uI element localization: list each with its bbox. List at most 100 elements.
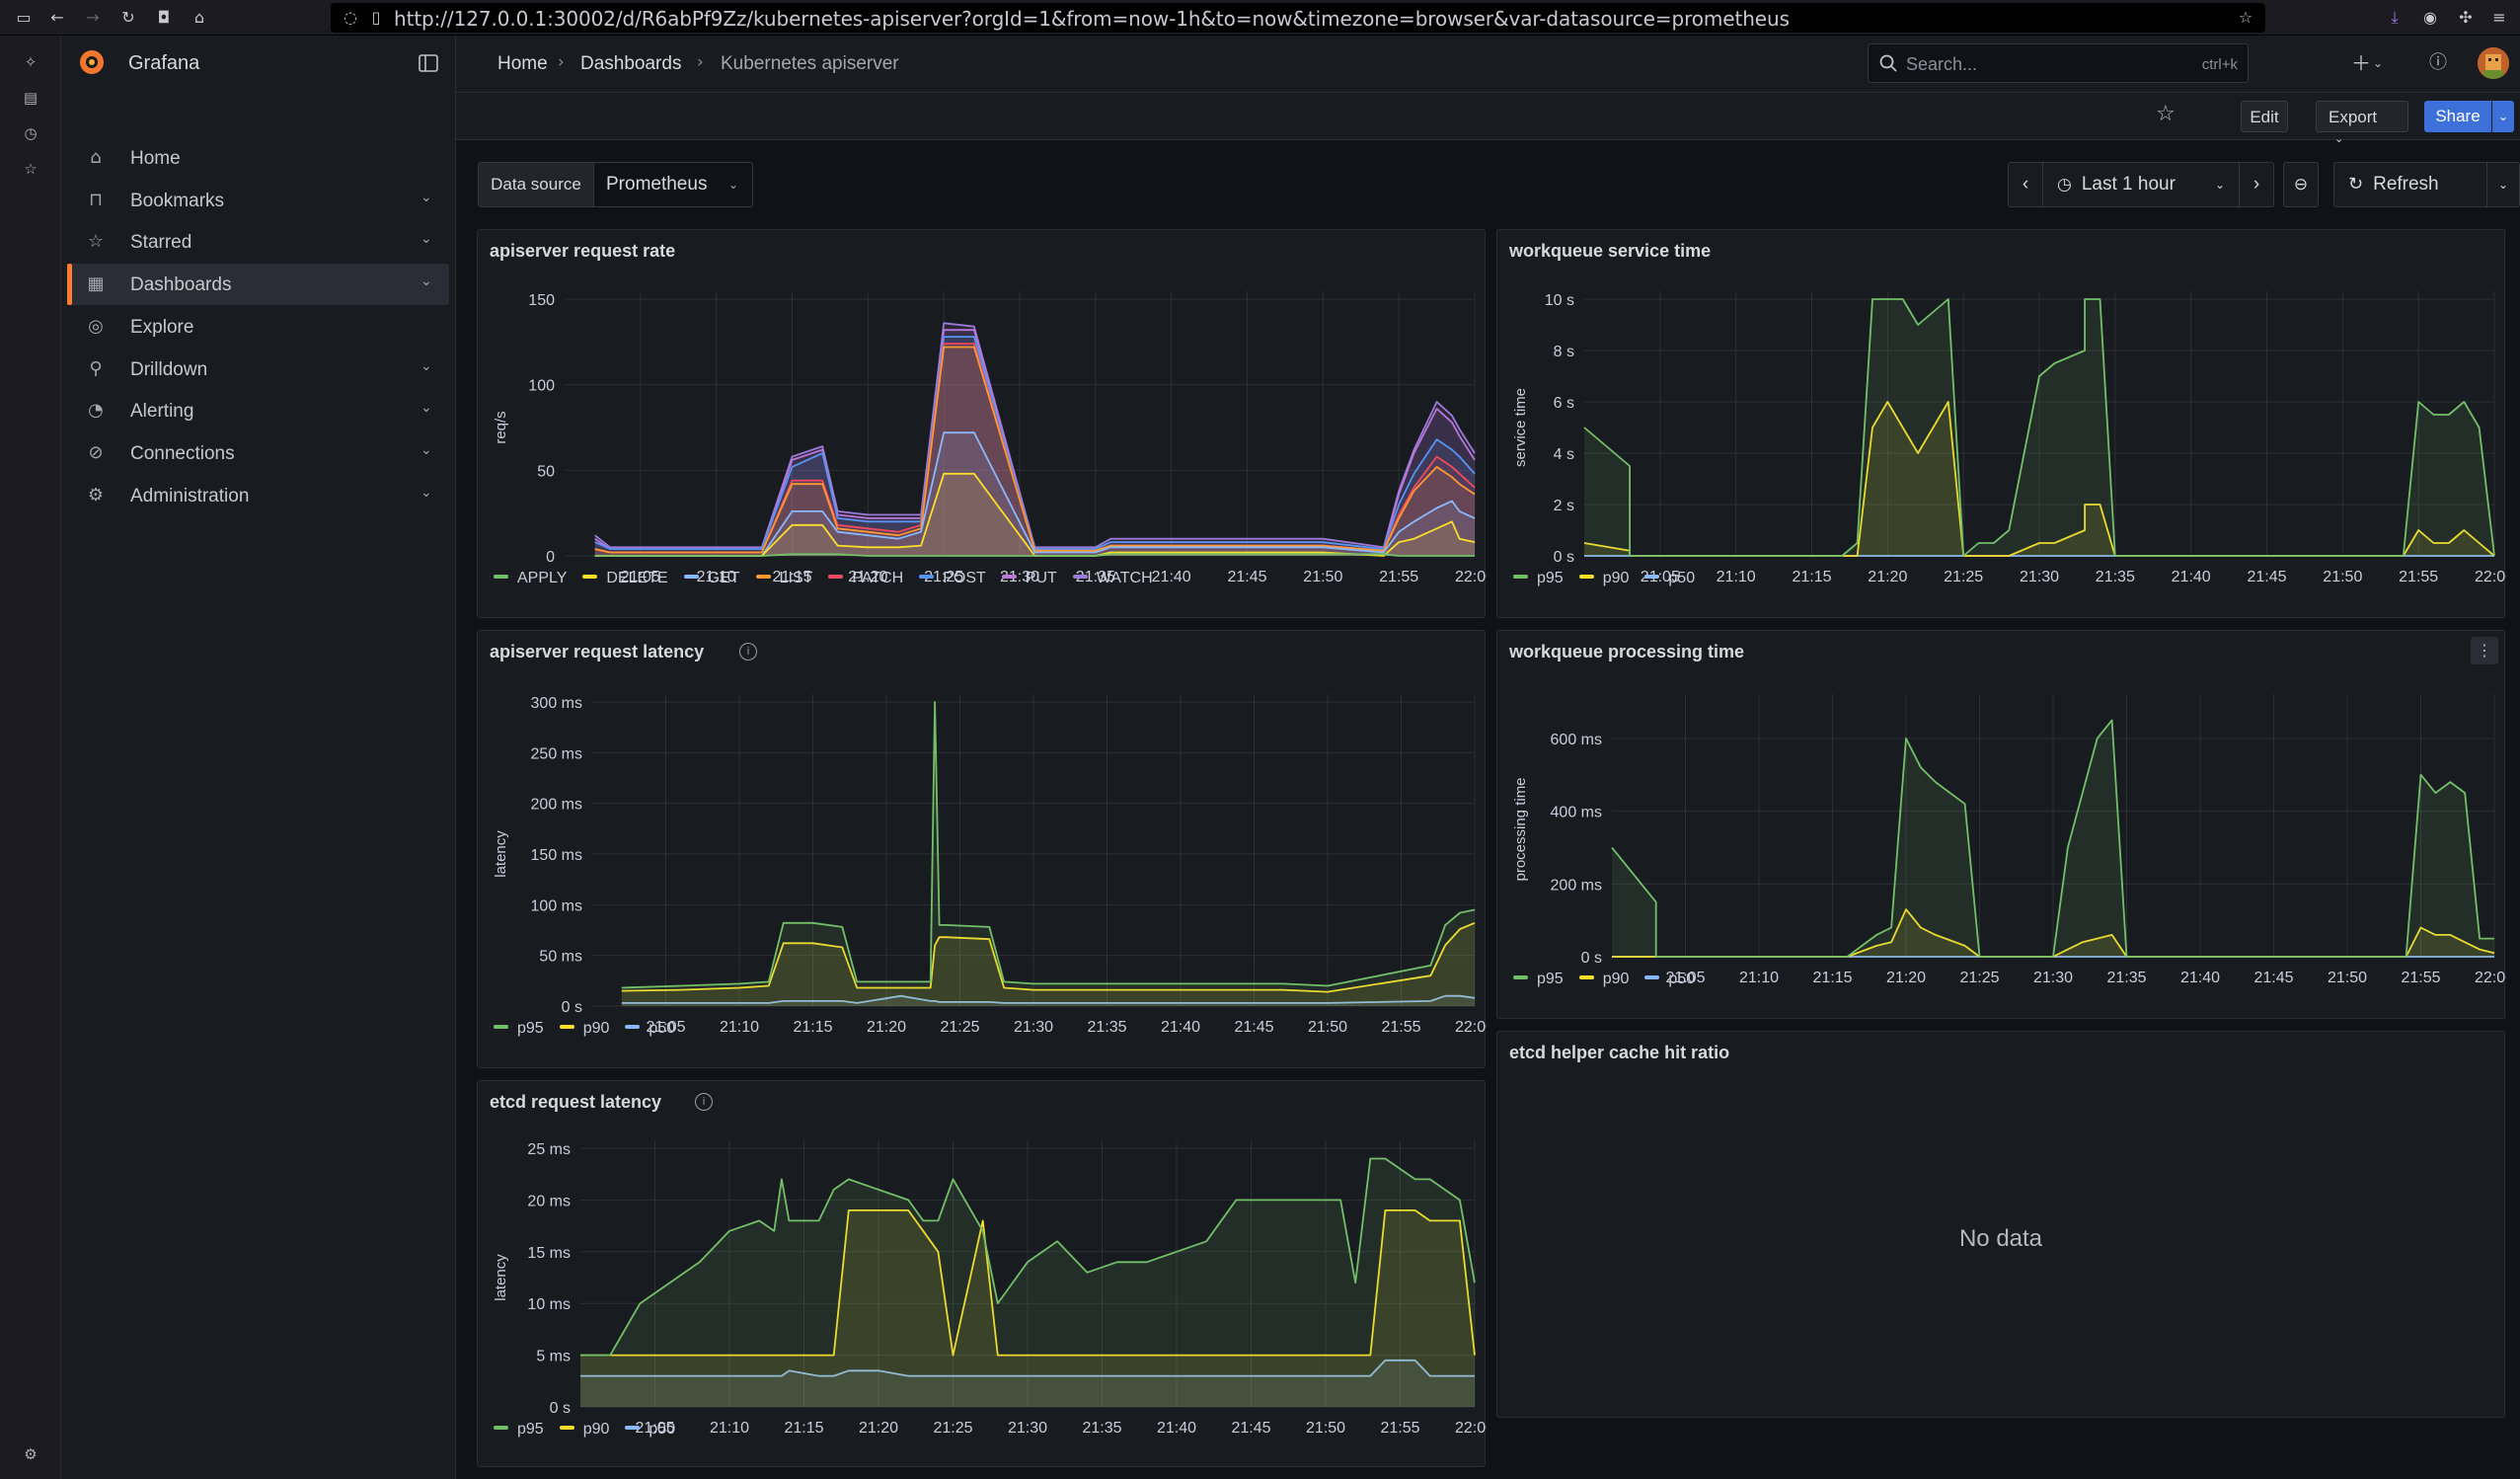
chevron-down-icon[interactable]: ⌄: [420, 358, 432, 374]
url-text[interactable]: http://127.0.0.1:30002/d/R6abPf9Zz/kuber…: [394, 7, 1790, 31]
sidebar-item-starred[interactable]: ☆ Starred ⌄: [69, 221, 449, 263]
x-tick-label: 21:30: [2033, 970, 2073, 986]
zoom-out-icon[interactable]: ⊖: [2283, 162, 2319, 207]
chevron-down-icon[interactable]: ⌄: [420, 442, 432, 458]
help-icon[interactable]: ⓘ: [2429, 51, 2447, 75]
search-input[interactable]: Search... ctrl+k: [1868, 43, 2249, 83]
extensions-icon[interactable]: ✣: [2456, 8, 2476, 28]
legend-item[interactable]: p90: [1578, 971, 1630, 988]
sidebar-item-home[interactable]: ⌂ Home: [69, 137, 449, 179]
panel-title: etcd request latency: [490, 1092, 662, 1112]
add-chevron-icon[interactable]: ⌄: [2373, 51, 2383, 75]
legend-label: p90: [1602, 971, 1630, 987]
add-icon[interactable]: ＋: [2351, 51, 2371, 75]
sidebar-item-drilldown[interactable]: ⚲ Drilldown ⌄: [69, 349, 449, 390]
legend-item[interactable]: p90: [1578, 570, 1629, 587]
legend-item[interactable]: POST: [919, 570, 986, 587]
home-browser-icon[interactable]: ⌂: [190, 8, 209, 28]
synced-tabs-icon[interactable]: ▤: [20, 87, 41, 109]
info-icon[interactable]: i: [695, 1093, 713, 1111]
chevron-down-icon[interactable]: ⌄: [420, 273, 432, 289]
datasource-select[interactable]: Prometheus ⌄: [593, 162, 753, 207]
legend-label: PATCH: [852, 570, 904, 586]
legend-item[interactable]: WATCH: [1072, 570, 1153, 587]
chevron-down-icon[interactable]: ⌄: [420, 190, 432, 205]
legend-item[interactable]: p50: [625, 1020, 675, 1038]
url-bar[interactable]: ◌ ▯ http://127.0.0.1:30002/d/R6abPf9Zz/k…: [331, 3, 2265, 33]
back-icon[interactable]: ←: [47, 8, 67, 28]
y-tick-label: 4 s: [1554, 446, 1574, 463]
legend-label: GET: [707, 570, 740, 586]
legend-item[interactable]: APPLY: [494, 570, 567, 587]
downloads-icon[interactable]: ⤓: [2385, 8, 2405, 28]
sidebar-item-label: Starred: [130, 232, 192, 254]
sidebar-item-administration[interactable]: ⚙ Administration ⌄: [69, 475, 449, 516]
chevron-down-icon[interactable]: ⌄: [420, 485, 432, 501]
time-shift-forward-icon[interactable]: ›: [2239, 162, 2274, 207]
customize-icon[interactable]: ⚙: [20, 1443, 41, 1465]
refresh-interval-chevron-icon[interactable]: ⌄: [2486, 162, 2520, 207]
refresh-button[interactable]: ↻ Refresh: [2333, 162, 2487, 207]
sidebar-item-label: Administration: [130, 485, 250, 506]
legend-item[interactable]: LIST: [755, 570, 812, 587]
legend-label: p50: [1668, 971, 1696, 987]
info-icon[interactable]: i: [739, 643, 757, 661]
sidebar-item-explore[interactable]: ◎ Explore: [69, 306, 449, 348]
time-range-picker[interactable]: ◷ Last 1 hour ⌄: [2042, 162, 2240, 207]
breadcrumb-home[interactable]: Home: [497, 53, 548, 75]
time-shift-back-icon[interactable]: ‹: [2008, 162, 2043, 207]
active-indicator: [67, 264, 72, 306]
legend-item[interactable]: p90: [559, 1421, 609, 1439]
forward-icon[interactable]: →: [83, 8, 103, 28]
sidebar-item-dashboards[interactable]: ▦ Dashboards ⌄: [67, 264, 449, 306]
screenshot-icon[interactable]: ◘: [154, 8, 174, 28]
legend-swatch: [755, 574, 771, 579]
x-tick-label: 22:00: [1455, 1019, 1487, 1036]
legend-label: p90: [582, 1020, 610, 1037]
share-button[interactable]: Share: [2424, 101, 2491, 132]
legend-item[interactable]: PUT: [1001, 570, 1057, 587]
history-icon[interactable]: ◷: [20, 122, 41, 144]
export-button[interactable]: Export ⌄: [2316, 101, 2408, 145]
clock-icon: ◷: [2057, 175, 2072, 195]
grafana-logo-icon[interactable]: [77, 47, 107, 77]
bookmarks-rail-icon[interactable]: ☆: [20, 158, 41, 180]
menu-icon[interactable]: ≡: [2489, 8, 2509, 28]
legend-swatch: [1513, 974, 1528, 979]
refresh-label: Refresh: [2373, 174, 2439, 195]
sidebar-item-connections[interactable]: ⊘ Connections ⌄: [69, 432, 449, 474]
account-icon[interactable]: ◉: [2420, 8, 2440, 28]
panel-menu-icon[interactable]: ⋮: [2471, 637, 2498, 664]
legend-item[interactable]: p50: [625, 1421, 675, 1439]
dock-menu-icon[interactable]: [418, 52, 439, 74]
legend-item[interactable]: PATCH: [828, 570, 903, 587]
sidebar-toggle-icon[interactable]: ▭: [14, 8, 34, 28]
legend-item[interactable]: p95: [1513, 971, 1564, 988]
y-tick-label: 100 ms: [531, 897, 582, 914]
edit-button[interactable]: Edit: [2241, 101, 2288, 132]
series-area-list: [594, 347, 1475, 556]
legend-item[interactable]: p95: [1513, 570, 1564, 587]
legend-item[interactable]: p90: [559, 1020, 610, 1038]
reload-icon[interactable]: ↻: [118, 8, 138, 28]
legend-item[interactable]: p95: [494, 1421, 544, 1439]
y-tick-label: 15 ms: [527, 1245, 571, 1262]
legend-item[interactable]: GET: [683, 570, 740, 587]
chevron-down-icon[interactable]: ⌄: [420, 231, 432, 247]
share-menu-chevron-icon[interactable]: ⌄: [2492, 101, 2514, 132]
breadcrumb-dashboards[interactable]: Dashboards: [580, 53, 681, 75]
legend-item[interactable]: p95: [494, 1020, 544, 1038]
sidebar-item-bookmarks[interactable]: ⊓ Bookmarks ⌄: [69, 180, 449, 221]
favorite-star-icon[interactable]: ☆: [2156, 103, 2176, 126]
x-tick-label: 21:40: [1157, 1420, 1196, 1437]
x-tick-label: 21:30: [2020, 569, 2059, 585]
avatar[interactable]: [2478, 47, 2509, 79]
ai-chat-icon[interactable]: ✧: [20, 51, 41, 73]
chevron-down-icon[interactable]: ⌄: [420, 400, 432, 416]
legend-item[interactable]: p50: [1644, 570, 1695, 587]
x-tick-label: 21:35: [2106, 970, 2146, 986]
sidebar-item-alerting[interactable]: ◔ Alerting ⌄: [69, 390, 449, 431]
legend-item[interactable]: DELETE: [582, 570, 668, 587]
legend-item[interactable]: p50: [1644, 971, 1695, 988]
bookmark-star-icon[interactable]: ☆: [2236, 8, 2255, 28]
